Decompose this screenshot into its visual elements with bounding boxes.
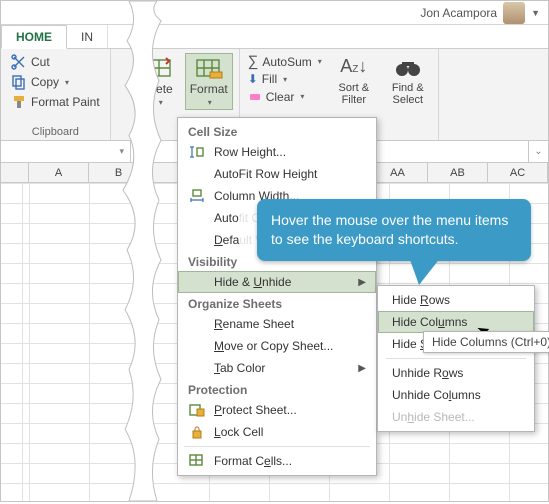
scissors-icon (11, 54, 27, 70)
fill-label: Fill (262, 72, 277, 86)
menu-separator (184, 446, 370, 447)
column-header-a[interactable]: A (29, 163, 89, 182)
submenu-unhide-rows[interactable]: Unhide Rows (378, 362, 534, 384)
menu-rename-sheet[interactable]: Rename Sheet (178, 313, 376, 335)
select-all-corner[interactable] (1, 163, 29, 182)
cut-button[interactable]: Cut (9, 53, 102, 71)
autosum-label: AutoSum (262, 55, 311, 69)
menu-move-copy-sheet[interactable]: Move or Copy Sheet... (178, 335, 376, 357)
chevron-down-icon: ▾ (300, 92, 304, 101)
clipboard-group-title: Clipboard (9, 126, 102, 138)
annotation-callout: Hover the mouse over the menu items to s… (257, 199, 531, 261)
cut-label: Cut (31, 55, 50, 69)
row-height-icon (188, 144, 206, 160)
find-label: Find & Select (392, 82, 424, 106)
fill-down-icon: ⬇ (248, 72, 258, 86)
format-cells-dialog-icon (188, 453, 206, 469)
avatar (503, 2, 525, 24)
sort-filter-button[interactable]: AZ↓ Sort & Filter (332, 53, 376, 109)
submenu-arrow-icon: ▶ (358, 363, 366, 374)
chevron-down-icon: ▾ (208, 98, 212, 107)
menu-format-cells[interactable]: Format Cells... (178, 450, 376, 472)
binoculars-icon (394, 56, 422, 80)
expand-formula-bar[interactable]: ⌄ (528, 141, 548, 162)
tooltip: Hide Columns (Ctrl+0) (423, 331, 549, 353)
chevron-down-icon: ▾ (119, 146, 124, 157)
submenu-unhide-columns[interactable]: Unhide Columns (378, 384, 534, 406)
copy-label: Copy (31, 75, 59, 89)
format-painter-button[interactable]: Format Paint (9, 93, 102, 111)
tab-insert-partial[interactable]: IN (67, 25, 108, 48)
sort-icon: AZ↓ (340, 56, 368, 80)
column-header-aa[interactable]: AA (368, 163, 428, 182)
user-name: Jon Acampora (420, 6, 497, 20)
submenu-hide-rows[interactable]: Hide Rows (378, 289, 534, 311)
sort-label: Sort & Filter (339, 82, 370, 106)
menu-lock-cell[interactable]: Lock Cell (178, 421, 376, 443)
format-label: Format (190, 82, 228, 96)
excel-window: Jon Acampora ▼ HOME IN Cut (0, 0, 549, 502)
menu-tab-color[interactable]: Tab Color ▶ (178, 357, 376, 379)
menu-row-height[interactable]: Row Height... (178, 141, 376, 163)
hide-unhide-submenu: Hide Rows Hide Columns Hide Sheet Unhide… (377, 285, 535, 432)
delete-cells-icon (146, 56, 174, 80)
sigma-icon: ∑ (248, 53, 259, 70)
column-header-ac[interactable]: AC (488, 163, 548, 182)
protect-sheet-icon (188, 402, 206, 418)
copy-button[interactable]: Copy ▾ (9, 73, 102, 91)
submenu-unhide-sheet: Unhide Sheet... (378, 406, 534, 428)
format-cells-icon (195, 56, 223, 80)
tab-home[interactable]: HOME (1, 25, 67, 49)
ribbon-tabs: HOME IN (1, 25, 548, 49)
format-painter-label: Format Paint (31, 95, 100, 109)
menu-hide-unhide[interactable]: Hide & Unhide ▶ (178, 271, 376, 293)
format-dropdown-menu: Cell Size Row Height... AutoFit Row Heig… (177, 117, 377, 476)
chevron-down-icon: ▾ (283, 75, 287, 84)
fx-icon: fx (137, 145, 146, 159)
menu-header-cellsize: Cell Size (178, 121, 376, 141)
titlebar: Jon Acampora ▼ (1, 1, 548, 25)
copy-icon (11, 74, 27, 90)
chevron-down-icon: ▼ (531, 8, 540, 18)
find-select-button[interactable]: Find & Select (386, 53, 430, 109)
clear-button[interactable]: Clear ▾ (248, 88, 322, 105)
column-header-b[interactable]: B (89, 163, 149, 182)
lock-icon (188, 424, 206, 440)
submenu-separator (386, 358, 526, 359)
paintbrush-icon (11, 94, 27, 110)
fill-button[interactable]: ⬇ Fill ▾ (248, 72, 322, 86)
chevron-down-icon: ▾ (318, 57, 322, 66)
chevron-down-icon: ▾ (65, 78, 69, 87)
delete-button[interactable]: elete ▾ (141, 53, 179, 110)
eraser-icon (248, 88, 262, 105)
clear-label: Clear (266, 90, 295, 104)
chevron-down-icon: ▾ (159, 98, 163, 107)
menu-header-organize: Organize Sheets (178, 293, 376, 313)
delete-label: elete (147, 82, 173, 96)
column-width-icon (188, 188, 206, 204)
submenu-hide-columns[interactable]: Hide Columns (378, 311, 534, 333)
autosum-button[interactable]: ∑ AutoSum ▾ (248, 53, 322, 70)
menu-autofit-row[interactable]: AutoFit Row Height (178, 163, 376, 185)
menu-header-protection: Protection (178, 379, 376, 399)
menu-protect-sheet[interactable]: Protect Sheet... (178, 399, 376, 421)
format-button[interactable]: Format ▾ (185, 53, 233, 110)
column-header-ab[interactable]: AB (428, 163, 488, 182)
clipboard-group: Cut Copy ▾ Format Paint Clipboard (1, 49, 111, 140)
name-box[interactable]: ▾ (1, 141, 131, 162)
account-area[interactable]: Jon Acampora ▼ (420, 2, 540, 24)
submenu-arrow-icon: ▶ (358, 277, 366, 288)
